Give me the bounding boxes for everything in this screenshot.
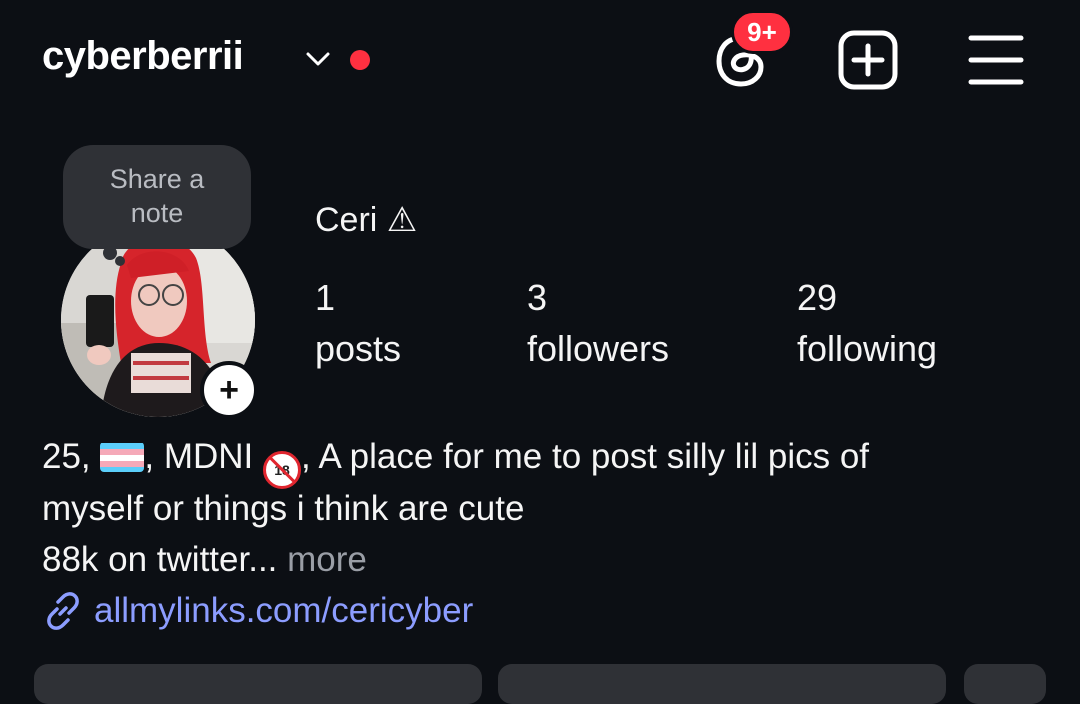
bio-link[interactable]: allmylinks.com/cericyber (42, 590, 473, 632)
bio-link-text[interactable]: allmylinks.com/cericyber (94, 591, 473, 631)
username[interactable]: cyberberrii (42, 34, 244, 79)
bio-text-1: , A place for me to post silly lil pics … (301, 437, 870, 476)
transgender-flag-icon (100, 442, 145, 472)
new-content-dot (350, 50, 370, 70)
bio-line-2: myself or things i think are cute (42, 489, 525, 528)
no-one-under-18-icon: 18 (263, 451, 301, 489)
plus-icon: + (219, 370, 239, 409)
hamburger-menu-icon[interactable] (968, 34, 1024, 86)
bio-line-3: 88k on twitter... more (42, 540, 367, 580)
following-count[interactable]: 29 (797, 277, 837, 319)
plus-square-icon[interactable] (838, 30, 898, 90)
share-note-bubble[interactable]: Share a note (63, 145, 251, 249)
bio-mdni: , MDNI (144, 437, 263, 476)
followers-label[interactable]: followers (527, 328, 669, 370)
notification-badge[interactable]: 9+ (731, 10, 793, 54)
link-icon (47, 592, 79, 630)
edit-profile-button[interactable] (34, 664, 482, 704)
add-person-button[interactable] (964, 664, 1046, 704)
add-story-button[interactable]: + (200, 361, 258, 419)
note-placeholder: Share a note (109, 164, 205, 228)
posts-label[interactable]: posts (315, 328, 401, 370)
bio-age: 25, (42, 437, 101, 476)
note-bubble-tail-small (115, 256, 125, 266)
posts-count[interactable]: 1 (315, 277, 335, 319)
following-label[interactable]: following (797, 328, 937, 370)
bio-line-1: 25, , MDNI 18, A place for me to post si… (42, 437, 869, 489)
chevron-down-icon[interactable] (303, 44, 333, 74)
followers-count[interactable]: 3 (527, 277, 547, 319)
display-name: Ceri ⚠ (315, 201, 418, 239)
bio-more-link[interactable]: more (287, 540, 367, 579)
share-profile-button[interactable] (498, 664, 946, 704)
bio-text-3: 88k on twitter... (42, 540, 278, 579)
